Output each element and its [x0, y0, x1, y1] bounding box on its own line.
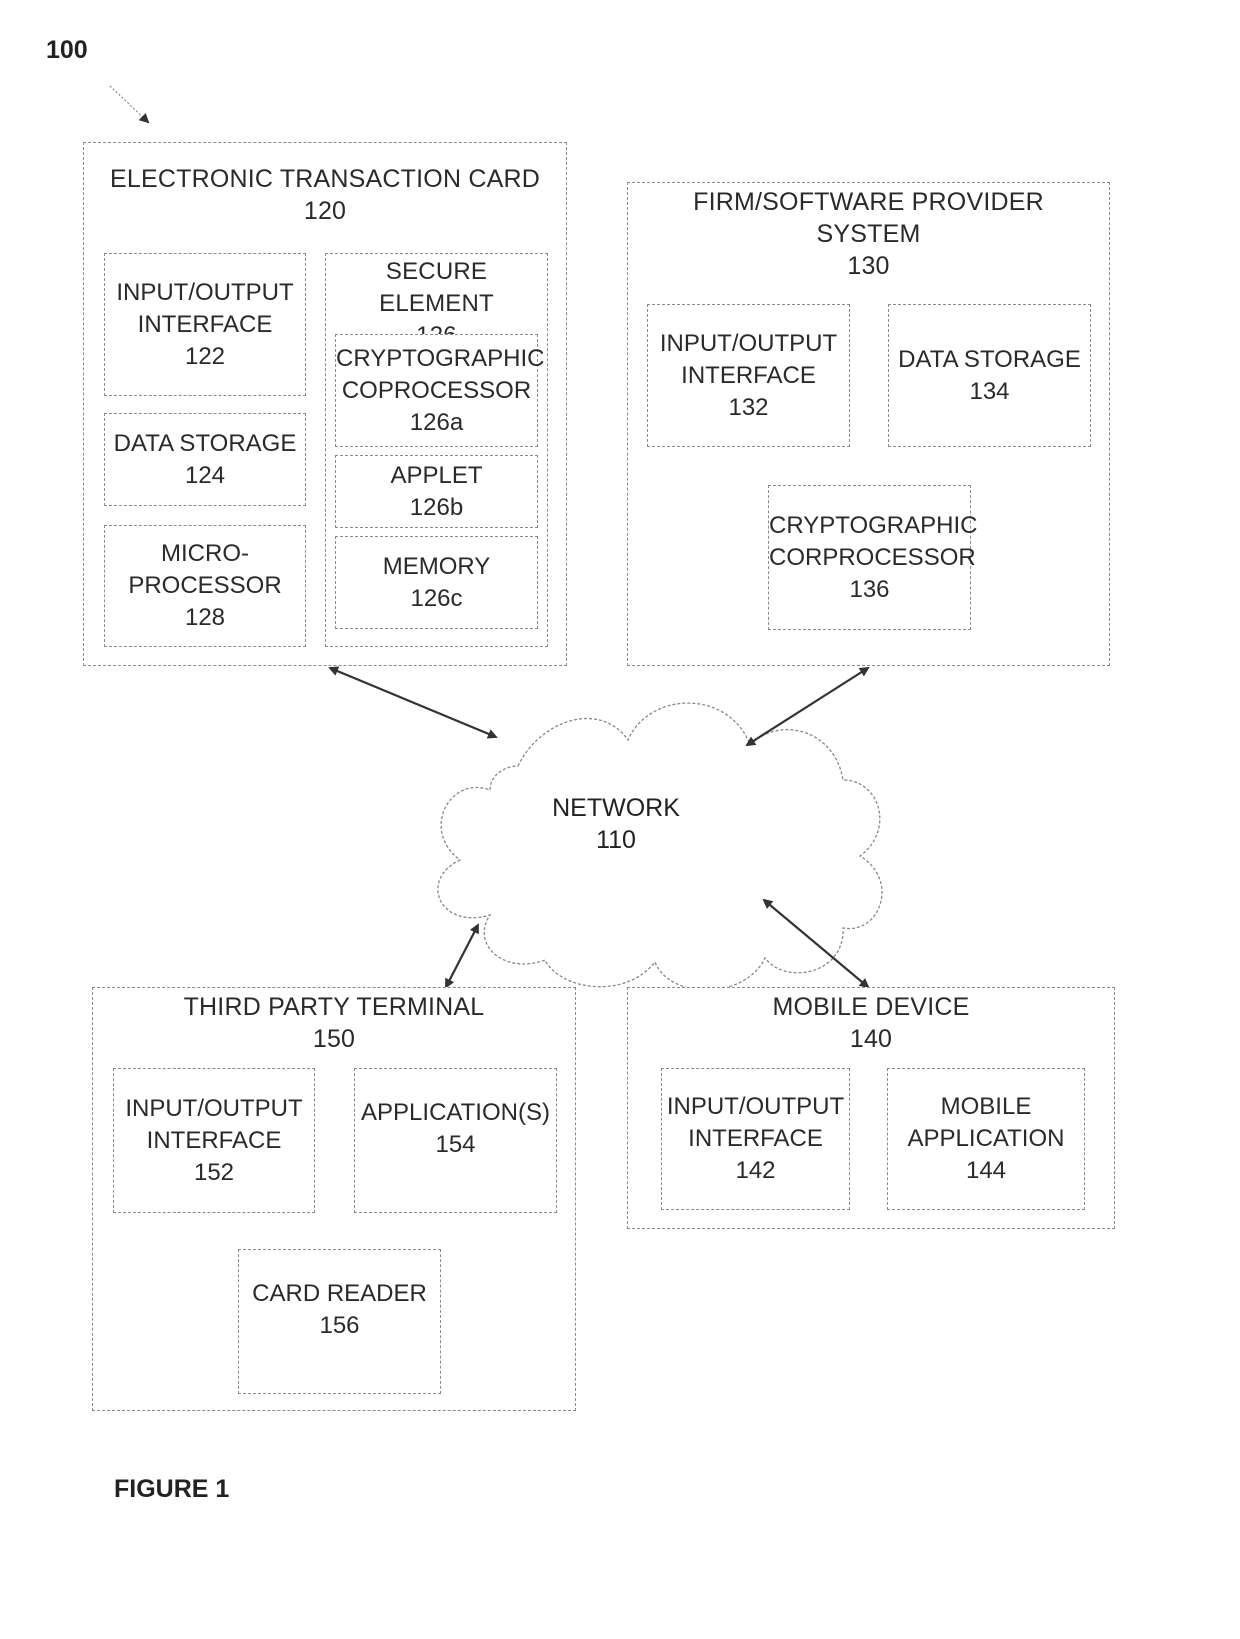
mobile-ref: 140	[849, 1025, 893, 1053]
mobile-title: MOBILE DEVICE 140	[628, 991, 1114, 1055]
label-line: MICRO-	[161, 540, 249, 567]
label-line: CRYPTOGRAPHIC	[336, 344, 545, 372]
provider-storage-label: DATA STORAGE 134	[889, 344, 1090, 408]
label-ref: 126a	[409, 408, 464, 436]
provider-crypto-label: CRYPTOGRAPHIC CORPROCESSOR 136	[769, 510, 978, 606]
label-line: INTERFACE	[688, 1125, 823, 1152]
card-reader-label: CARD READER 156	[239, 1278, 440, 1342]
terminal-applications: APPLICATION(S) 154	[354, 1068, 557, 1213]
label-line: INPUT/OUTPUT	[125, 1094, 303, 1122]
label-line: INTERFACE	[146, 1126, 282, 1154]
label-ref: 122	[184, 342, 226, 370]
label-ref: 152	[193, 1158, 235, 1186]
provider-io-interface: INPUT/OUTPUT INTERFACE 132	[647, 304, 850, 447]
label-line: APPLET	[390, 461, 483, 489]
label-line: MOBILE	[940, 1093, 1032, 1120]
label-line: INTERFACE	[681, 361, 816, 389]
card-data-storage: DATA STORAGE 124	[104, 413, 306, 506]
label-line: CRYPTOGRAPHIC	[769, 511, 978, 539]
label-ref: 126c	[410, 584, 463, 612]
card-storage-label: DATA STORAGE 124	[105, 428, 305, 492]
label-ref: 124	[184, 461, 226, 489]
figure-ref-label: 100	[46, 36, 88, 64]
card-micro-label: MICRO- PROCESSOR 128	[105, 538, 305, 634]
label-ref: 126b	[409, 493, 464, 521]
terminal-network-link	[445, 923, 479, 989]
label-line: APPLICATION(S)	[361, 1098, 550, 1126]
applet-label: APPLET 126b	[336, 460, 537, 524]
label-line: INPUT/OUTPUT	[659, 329, 838, 357]
card-network-link	[328, 666, 498, 739]
figure-caption: FIGURE 1	[114, 1475, 230, 1503]
label-line: SYSTEM	[816, 220, 921, 248]
label-line: DATA STORAGE	[113, 429, 297, 457]
provider-data-storage: DATA STORAGE 134	[888, 304, 1091, 447]
mobile-io-interface: INPUT/OUTPUT INTERFACE 142	[661, 1068, 850, 1210]
label-line: INPUT/OUTPUT	[666, 1093, 845, 1120]
provider-io-label: INPUT/OUTPUT INTERFACE 132	[648, 328, 849, 424]
label-ref: 144	[965, 1157, 1007, 1184]
label-ref: 154	[435, 1130, 476, 1158]
mobile-io-label: INPUT/OUTPUT INTERFACE 142	[662, 1091, 849, 1187]
label-ref: 128	[184, 604, 226, 631]
label-ref: 142	[735, 1157, 776, 1184]
label-ref: 132	[728, 393, 769, 421]
terminal-io-label: INPUT/OUTPUT INTERFACE 152	[114, 1093, 314, 1189]
label-ref: 156	[319, 1311, 360, 1339]
terminal-title: THIRD PARTY TERMINAL 150	[93, 991, 575, 1055]
label-line: PROCESSOR	[128, 572, 282, 599]
provider-ref: 130	[847, 252, 890, 280]
label-line: INTERFACE	[137, 310, 273, 338]
card-io-interface: INPUT/OUTPUT INTERFACE 122	[104, 253, 306, 396]
mobile-app-label: MOBILE APPLICATION 144	[888, 1091, 1084, 1187]
crypto-label: CRYPTOGRAPHIC COPROCESSOR 126a	[336, 343, 545, 439]
secure-element: SECURE ELEMENT 126 CRYPTOGRAPHIC COPROCE…	[325, 253, 548, 647]
label-line: SECURE ELEMENT	[379, 258, 494, 317]
mobile-application: MOBILE APPLICATION 144	[887, 1068, 1085, 1210]
card-io-label: INPUT/OUTPUT INTERFACE 122	[105, 277, 305, 373]
card-reader: CARD READER 156	[238, 1249, 441, 1394]
label-line: MEMORY	[382, 552, 491, 580]
card-title: ELECTRONIC TRANSACTION CARD 120	[84, 163, 566, 227]
network-ref: 110	[596, 826, 636, 854]
label-line: MOBILE DEVICE	[772, 993, 970, 1021]
memory: MEMORY 126c	[335, 536, 538, 629]
network-title: NETWORK	[552, 794, 680, 822]
figure-ref-arrow	[109, 85, 150, 124]
label-line: INPUT/OUTPUT	[116, 278, 294, 306]
third-party-terminal: THIRD PARTY TERMINAL 150 INPUT/OUTPUT IN…	[92, 987, 576, 1411]
label-ref: 136	[849, 575, 890, 603]
cryptographic-coprocessor: CRYPTOGRAPHIC COPROCESSOR 126a	[335, 334, 545, 447]
label-line: COPROCESSOR	[341, 376, 532, 404]
label-line: DATA STORAGE	[898, 345, 1081, 373]
provider-title: FIRM/SOFTWARE PROVIDER SYSTEM 130	[628, 186, 1109, 282]
electronic-transaction-card: ELECTRONIC TRANSACTION CARD 120 INPUT/OU…	[83, 142, 567, 666]
label-ref: 134	[969, 377, 1010, 405]
card-ref: 120	[303, 197, 347, 225]
network-label: NETWORK 110	[516, 792, 716, 856]
terminal-apps-label: APPLICATION(S) 154	[355, 1097, 556, 1161]
label-line: CORPROCESSOR	[769, 543, 976, 571]
label-line: APPLICATION	[907, 1125, 1065, 1152]
mobile-device: MOBILE DEVICE 140 INPUT/OUTPUT INTERFACE…	[627, 987, 1115, 1229]
label-line: FIRM/SOFTWARE PROVIDER	[693, 188, 1044, 216]
terminal-io-interface: INPUT/OUTPUT INTERFACE 152	[113, 1068, 315, 1213]
terminal-ref: 150	[312, 1025, 356, 1053]
applet: APPLET 126b	[335, 455, 538, 528]
card-microprocessor: MICRO- PROCESSOR 128	[104, 525, 306, 647]
label-line: CARD READER	[252, 1279, 427, 1307]
label-line: THIRD PARTY TERMINAL	[183, 993, 485, 1021]
card-title-text: ELECTRONIC TRANSACTION CARD	[110, 165, 540, 193]
memory-label: MEMORY 126c	[336, 551, 537, 615]
provider-crypto-coprocessor: CRYPTOGRAPHIC CORPROCESSOR 136	[768, 485, 978, 630]
provider-system: FIRM/SOFTWARE PROVIDER SYSTEM 130 INPUT/…	[627, 182, 1110, 666]
